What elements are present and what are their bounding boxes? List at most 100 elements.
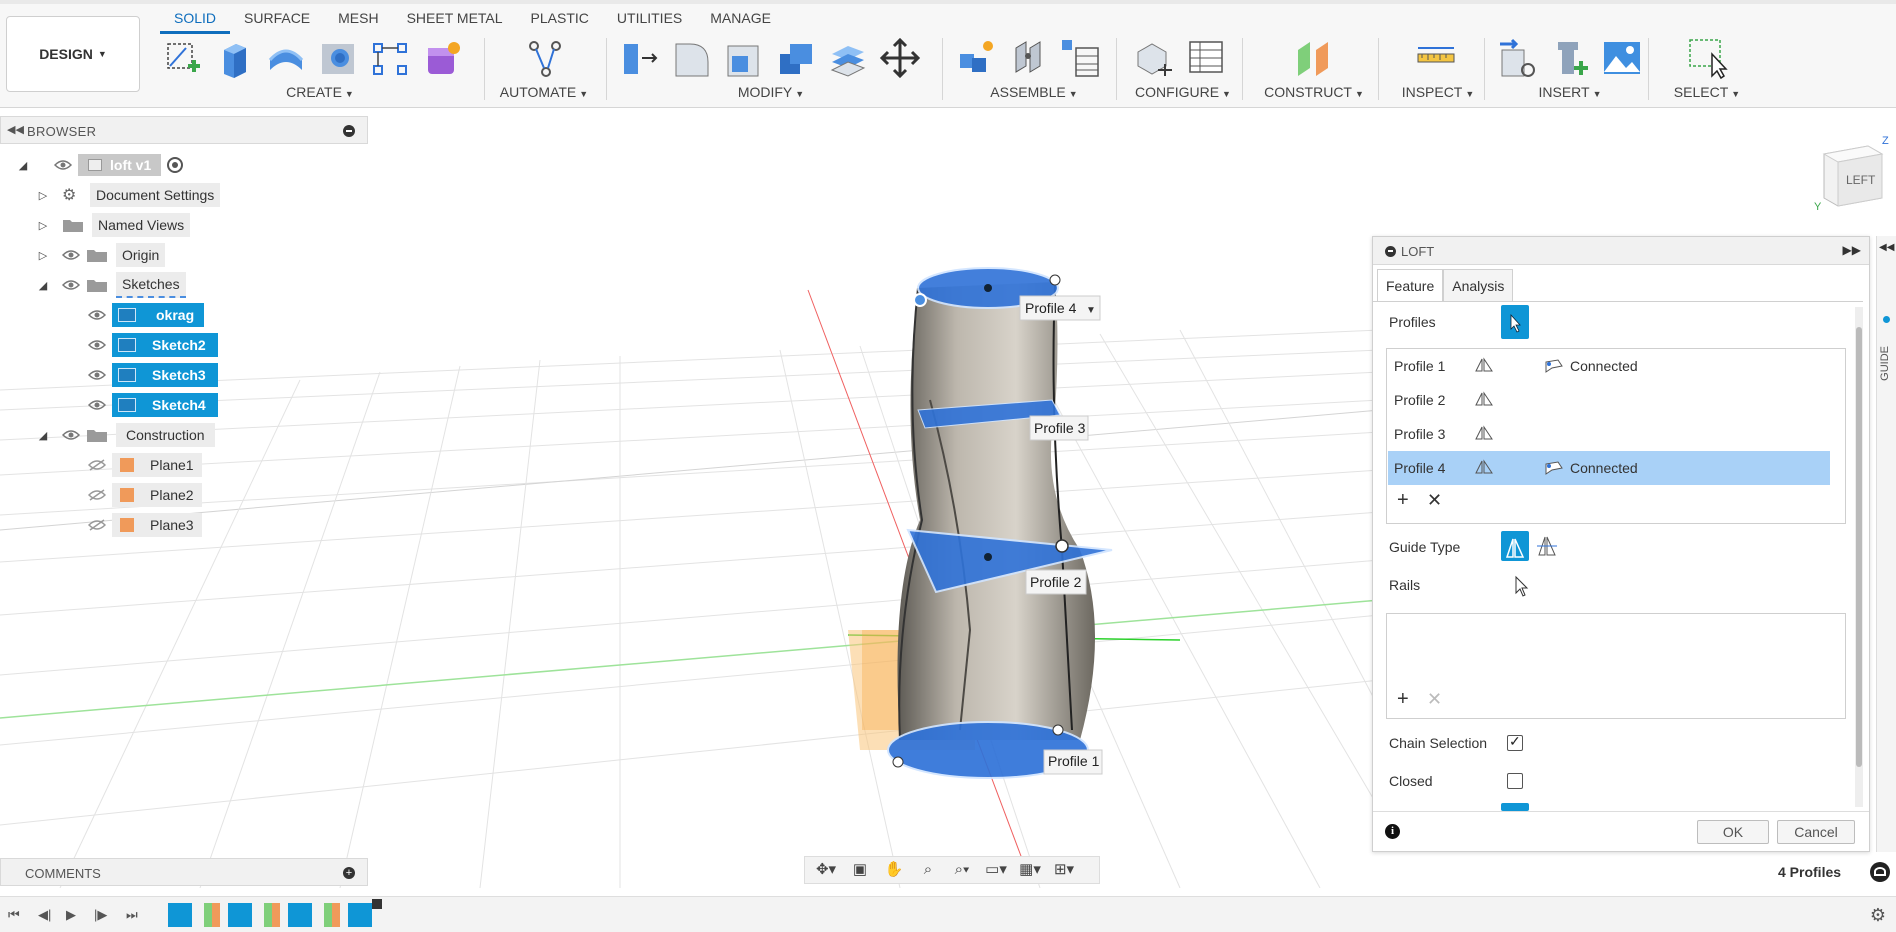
gear-icon[interactable]: ⚙ <box>1870 905 1886 926</box>
profile-continuity-icon[interactable] <box>1474 390 1544 410</box>
timeline-plane-icon[interactable] <box>204 903 220 927</box>
tree-item-plane1[interactable]: Plane1 <box>88 452 202 478</box>
create-sketch-icon[interactable] <box>160 36 204 80</box>
tab-analysis[interactable]: Analysis <box>1443 269 1514 301</box>
add-rail-button[interactable]: + <box>1397 688 1409 711</box>
info-icon[interactable]: i <box>1385 824 1400 839</box>
press-pull-icon[interactable] <box>618 36 662 80</box>
profile-point[interactable] <box>1052 724 1064 736</box>
orbit-icon[interactable]: ✥▾ <box>811 859 841 881</box>
visibility-eye-icon[interactable] <box>62 249 80 261</box>
hidden-eye-icon[interactable] <box>88 519 106 531</box>
guide-type-centerline-button[interactable] <box>1535 535 1559 560</box>
assemble-menu[interactable]: ASSEMBLE ▼ <box>954 84 1114 100</box>
tab-surface[interactable]: SURFACE <box>230 0 324 34</box>
connected-status[interactable]: Connected <box>1544 358 1638 374</box>
bom-icon[interactable] <box>1058 36 1102 80</box>
tree-label-wrap[interactable]: Plane1 <box>112 453 202 477</box>
zoom-icon[interactable]: ⌕ <box>913 859 943 881</box>
construct-menu[interactable]: CONSTRUCT ▼ <box>1254 84 1374 100</box>
create-menu[interactable]: CREATE ▼ <box>160 84 480 100</box>
new-component-icon[interactable] <box>954 36 998 80</box>
tab-utilities[interactable]: UTILITIES <box>603 0 696 34</box>
hole-icon[interactable] <box>316 36 360 80</box>
revolve-icon[interactable] <box>264 36 308 80</box>
profile-continuity-icon[interactable] <box>1474 458 1544 478</box>
grid-settings-icon[interactable]: ▦▾ <box>1015 859 1045 881</box>
dialog-scrollbar[interactable] <box>1855 307 1863 807</box>
hidden-eye-icon[interactable] <box>88 459 106 471</box>
fillet-icon[interactable] <box>670 36 714 80</box>
timeline-plane-icon[interactable] <box>264 903 280 927</box>
profile-point[interactable] <box>1049 274 1061 286</box>
collapse-side-icon[interactable]: ◀◀ <box>1879 242 1894 253</box>
guide-type-rails-button[interactable] <box>1501 531 1529 561</box>
tab-solid[interactable]: SOLID <box>160 0 231 34</box>
add-profile-button[interactable]: + <box>1397 489 1409 512</box>
view-cube[interactable]: LEFT Z Y <box>1812 135 1892 216</box>
scrollbar-thumb[interactable] <box>1856 327 1862 767</box>
visibility-eye-icon[interactable] <box>88 399 106 411</box>
step-forward-icon[interactable]: |▶ <box>94 907 107 923</box>
profile-3-callout[interactable]: Profile 3 <box>1029 415 1089 441</box>
pan-icon[interactable]: ✋ <box>879 859 909 881</box>
tab-sheet-metal[interactable]: SHEET METAL <box>393 0 517 34</box>
cancel-button[interactable]: Cancel <box>1777 820 1855 844</box>
configure-table-icon[interactable] <box>1184 36 1228 80</box>
hidden-eye-icon[interactable] <box>88 489 106 501</box>
fit-icon[interactable]: ⌕▾ <box>947 859 977 881</box>
tree-label-selected[interactable]: Sketch3 <box>112 363 218 387</box>
collapse-panel-icon[interactable]: ◀◀ <box>7 123 24 136</box>
visibility-eye-icon[interactable] <box>62 279 80 291</box>
timeline-sketch-icon[interactable] <box>228 903 252 927</box>
profile-row[interactable]: Profile 3 <box>1388 417 1830 451</box>
automate-icon[interactable] <box>522 36 566 80</box>
tree-label-selected[interactable]: okrag <box>112 303 204 327</box>
automate-menu[interactable]: AUTOMATE ▼ <box>494 84 594 100</box>
tab-plastic[interactable]: PLASTIC <box>517 0 603 34</box>
fusion-logo-icon[interactable] <box>1870 862 1890 882</box>
insert-derive-icon[interactable] <box>1496 36 1540 80</box>
timeline-sketch-icon[interactable] <box>168 903 192 927</box>
insert-canvas-icon[interactable] <box>1600 36 1644 80</box>
insert-menu[interactable]: INSERT ▼ <box>1496 84 1644 100</box>
select-menu[interactable]: SELECT ▼ <box>1660 84 1754 100</box>
form-icon[interactable] <box>420 36 464 80</box>
tangent-edges-button[interactable] <box>1501 803 1529 811</box>
tree-item-sketches[interactable]: ◢ Sketches <box>34 272 186 298</box>
expand-dialog-icon[interactable]: ▶▶ <box>1843 243 1861 257</box>
tree-item-document-settings[interactable]: ▷ ⚙ Document Settings <box>34 182 221 208</box>
profile-2-callout[interactable]: Profile 2 <box>1025 569 1087 595</box>
select-box-icon[interactable] <box>1686 36 1730 80</box>
tree-label-selected[interactable]: Sketch2 <box>112 333 218 357</box>
expand-triangle-icon[interactable]: ◢ <box>34 279 52 292</box>
profile-1-callout[interactable]: Profile 1 <box>1043 749 1103 775</box>
modify-menu[interactable]: MODIFY ▼ <box>618 84 924 100</box>
tree-item-construction[interactable]: ◢ Construction <box>34 422 215 448</box>
root-component-label[interactable]: loft v1 <box>78 154 162 176</box>
rails-select-button[interactable] <box>1513 575 1531 600</box>
expand-triangle-icon[interactable]: ▷ <box>34 249 52 262</box>
visibility-eye-icon[interactable] <box>88 339 106 351</box>
expand-triangle-icon[interactable]: ▷ <box>34 219 52 232</box>
add-comment-icon[interactable]: + <box>343 867 355 879</box>
tree-item-origin[interactable]: ▷ Origin <box>34 242 166 268</box>
tree-item-plane3[interactable]: Plane3 <box>88 512 202 538</box>
minimize-icon[interactable] <box>1385 246 1396 257</box>
display-settings-icon[interactable]: ▭▾ <box>981 859 1011 881</box>
profile-row[interactable]: Profile 2 <box>1388 383 1830 417</box>
activate-component-icon[interactable] <box>167 157 184 173</box>
play-icon[interactable]: ▶ <box>66 907 76 923</box>
extrude-icon[interactable] <box>212 36 256 80</box>
tab-manage[interactable]: MANAGE <box>696 0 785 34</box>
inspect-menu[interactable]: INSPECT ▼ <box>1388 84 1488 100</box>
tree-root[interactable]: ◢ loft v1 <box>14 152 184 178</box>
visibility-eye-icon[interactable] <box>88 309 106 321</box>
profile-continuity-icon[interactable] <box>1474 424 1544 444</box>
profile-row-selected[interactable]: Profile 4 Connected <box>1388 451 1830 485</box>
go-to-start-icon[interactable]: ⏮ <box>8 907 20 923</box>
remove-profile-button[interactable]: ✕ <box>1427 490 1442 511</box>
tree-item-plane2[interactable]: Plane2 <box>88 482 202 508</box>
loft-header[interactable]: LOFT ▶▶ <box>1373 237 1869 265</box>
timeline-plane-icon[interactable] <box>324 903 340 927</box>
